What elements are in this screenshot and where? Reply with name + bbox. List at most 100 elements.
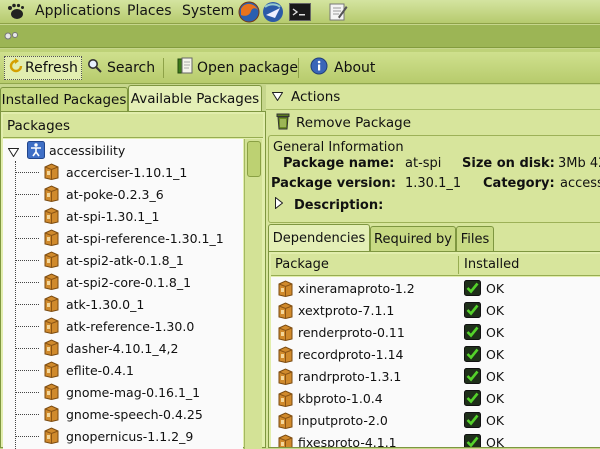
dependencies-header: Package Installed (271, 254, 600, 276)
package-name: gnome-speech-0.4.25 (66, 407, 203, 422)
installed-check-icon (464, 302, 481, 321)
column-separator[interactable] (458, 256, 459, 274)
dependency-row[interactable]: renderproto-0.11 OK (271, 321, 600, 343)
package-icon (278, 280, 293, 300)
package-row[interactable]: atk-reference-1.30.0 (3, 315, 243, 337)
size-on-disk-label: Size on disk: (462, 156, 555, 171)
installed-check-icon (464, 412, 481, 431)
installed-status: OK (486, 281, 505, 296)
packages-pane: Installed Packages Available Packages Pa… (0, 85, 266, 449)
package-tree[interactable]: accessibility accerciser-1.10.1_1 at-poke… (3, 139, 243, 449)
package-row[interactable]: at-spi-1.30.1_1 (3, 205, 243, 227)
text-editor-icon[interactable] (328, 2, 348, 26)
search-button[interactable]: Search (84, 56, 158, 80)
gnome-foot-icon[interactable] (6, 3, 26, 25)
refresh-button[interactable]: Refresh (4, 56, 82, 80)
package-name: atk-1.30.0_1 (66, 297, 145, 312)
installed-status: OK (486, 391, 505, 406)
package-row[interactable]: eflite-0.4.1 (3, 359, 243, 381)
tree-line (15, 238, 39, 239)
package-name: at-spi2-core-0.1.8_1 (66, 275, 192, 290)
tree-line (15, 194, 39, 195)
package-icon (278, 346, 293, 366)
tree-line (15, 172, 39, 173)
package-version-label: Package version: (271, 176, 397, 191)
tab-required-by[interactable]: Required by (370, 226, 456, 251)
package-name: at-spi-1.30.1_1 (66, 209, 160, 224)
package-name: gnopernicus-1.1.2_9 (66, 429, 194, 444)
package-row[interactable]: at-spi2-core-0.1.8_1 (3, 271, 243, 293)
places-menu[interactable]: Places (127, 3, 172, 19)
package-icon (44, 383, 59, 403)
system-menu[interactable]: System (182, 3, 234, 19)
about-button[interactable]: About (307, 56, 378, 80)
installed-status: OK (486, 347, 505, 362)
packages-column-header[interactable]: Packages (3, 114, 263, 138)
package-name: dasher-4.10.1_4,2 (66, 341, 179, 356)
dependency-row[interactable]: fixesproto-4.1.1 OK (271, 431, 600, 447)
package-row[interactable]: at-poke-0.2.3_6 (3, 183, 243, 205)
scrollbar-thumb[interactable] (247, 141, 261, 177)
installed-check-icon (464, 434, 481, 447)
actions-expander[interactable]: Actions (271, 88, 340, 106)
package-icon (44, 229, 59, 249)
dependency-row[interactable]: inputproto-2.0 OK (271, 409, 600, 431)
packages-frame: Packages accessibility accerciser-1.10.1… (0, 111, 266, 449)
tree-line (15, 414, 39, 415)
package-row[interactable]: accerciser-1.10.1_1 (3, 161, 243, 183)
expander-right-icon (275, 196, 284, 213)
tree-line (15, 348, 39, 349)
dependency-row[interactable]: kbproto-1.0.4 OK (271, 387, 600, 409)
category-label: Category: (483, 176, 555, 191)
firefox-icon[interactable] (238, 1, 260, 27)
tree-line (15, 304, 39, 305)
terminal-icon[interactable] (289, 3, 311, 25)
open-package-button[interactable]: Open package (174, 56, 301, 80)
applications-menu[interactable]: Applications (35, 3, 121, 19)
package-icon (44, 317, 59, 337)
package-row[interactable]: dasher-4.10.1_4,2 (3, 337, 243, 359)
package-row[interactable]: atk-1.30.0_1 (3, 293, 243, 315)
package-row[interactable]: gnopernicus-1.1.2_9 (3, 425, 243, 447)
package-name-value: at-spi (405, 156, 442, 171)
tree-category-row[interactable]: accessibility (3, 139, 243, 161)
refresh-label: Refresh (25, 60, 78, 76)
dependency-row[interactable]: randrproto-1.3.1 OK (271, 365, 600, 387)
toolbar: Refresh Search Open package About (0, 52, 600, 84)
dependency-name: randrproto-1.3.1 (298, 369, 402, 384)
toolbar-separator (163, 58, 164, 78)
thunderbird-icon[interactable] (262, 1, 284, 27)
package-name-label: Package name: (283, 156, 395, 171)
installed-check-icon (464, 280, 481, 299)
package-icon (44, 427, 59, 447)
tab-files[interactable]: Files (456, 226, 494, 251)
search-icon (87, 58, 103, 78)
about-label: About (334, 60, 376, 76)
package-column-header[interactable]: Package (275, 257, 329, 272)
package-icon (278, 368, 293, 388)
tab-label: Available Packages (130, 90, 260, 107)
package-row[interactable]: gnome-speech-0.4.25 (3, 403, 243, 425)
general-information-frame: General Information Package name: at-spi… (268, 135, 600, 223)
dependency-row[interactable]: xineramaproto-1.2 OK (271, 277, 600, 299)
installed-check-icon (464, 324, 481, 343)
dependency-row[interactable]: recordproto-1.14 OK (271, 343, 600, 365)
tab-installed-packages[interactable]: Installed Packages (0, 87, 128, 111)
package-row[interactable]: gnome-mag-0.16.1_1 (3, 381, 243, 403)
dependencies-list[interactable]: xineramaproto-1.2 OK xextproto-7.1.1 OK rend… (271, 277, 600, 447)
expander-down-icon (271, 89, 284, 105)
package-row[interactable]: at-spi-reference-1.30.1_1 (3, 227, 243, 249)
tab-available-packages[interactable]: Available Packages (128, 85, 262, 111)
expander-down-icon[interactable] (7, 145, 20, 160)
window-strip (0, 25, 600, 48)
remove-package-button[interactable]: Remove Package (276, 113, 411, 133)
dependency-row[interactable]: xextproto-7.1.1 OK (271, 299, 600, 321)
tab-dependencies[interactable]: Dependencies (268, 224, 370, 251)
package-icon (44, 339, 59, 359)
description-expander[interactable]: Description: (275, 196, 383, 213)
vertical-scrollbar[interactable] (244, 139, 262, 449)
installed-column-header[interactable]: Installed (464, 257, 519, 272)
category-value: access (560, 176, 600, 191)
package-name: accerciser-1.10.1_1 (66, 165, 188, 180)
package-row[interactable]: at-spi2-atk-0.1.8_1 (3, 249, 243, 271)
